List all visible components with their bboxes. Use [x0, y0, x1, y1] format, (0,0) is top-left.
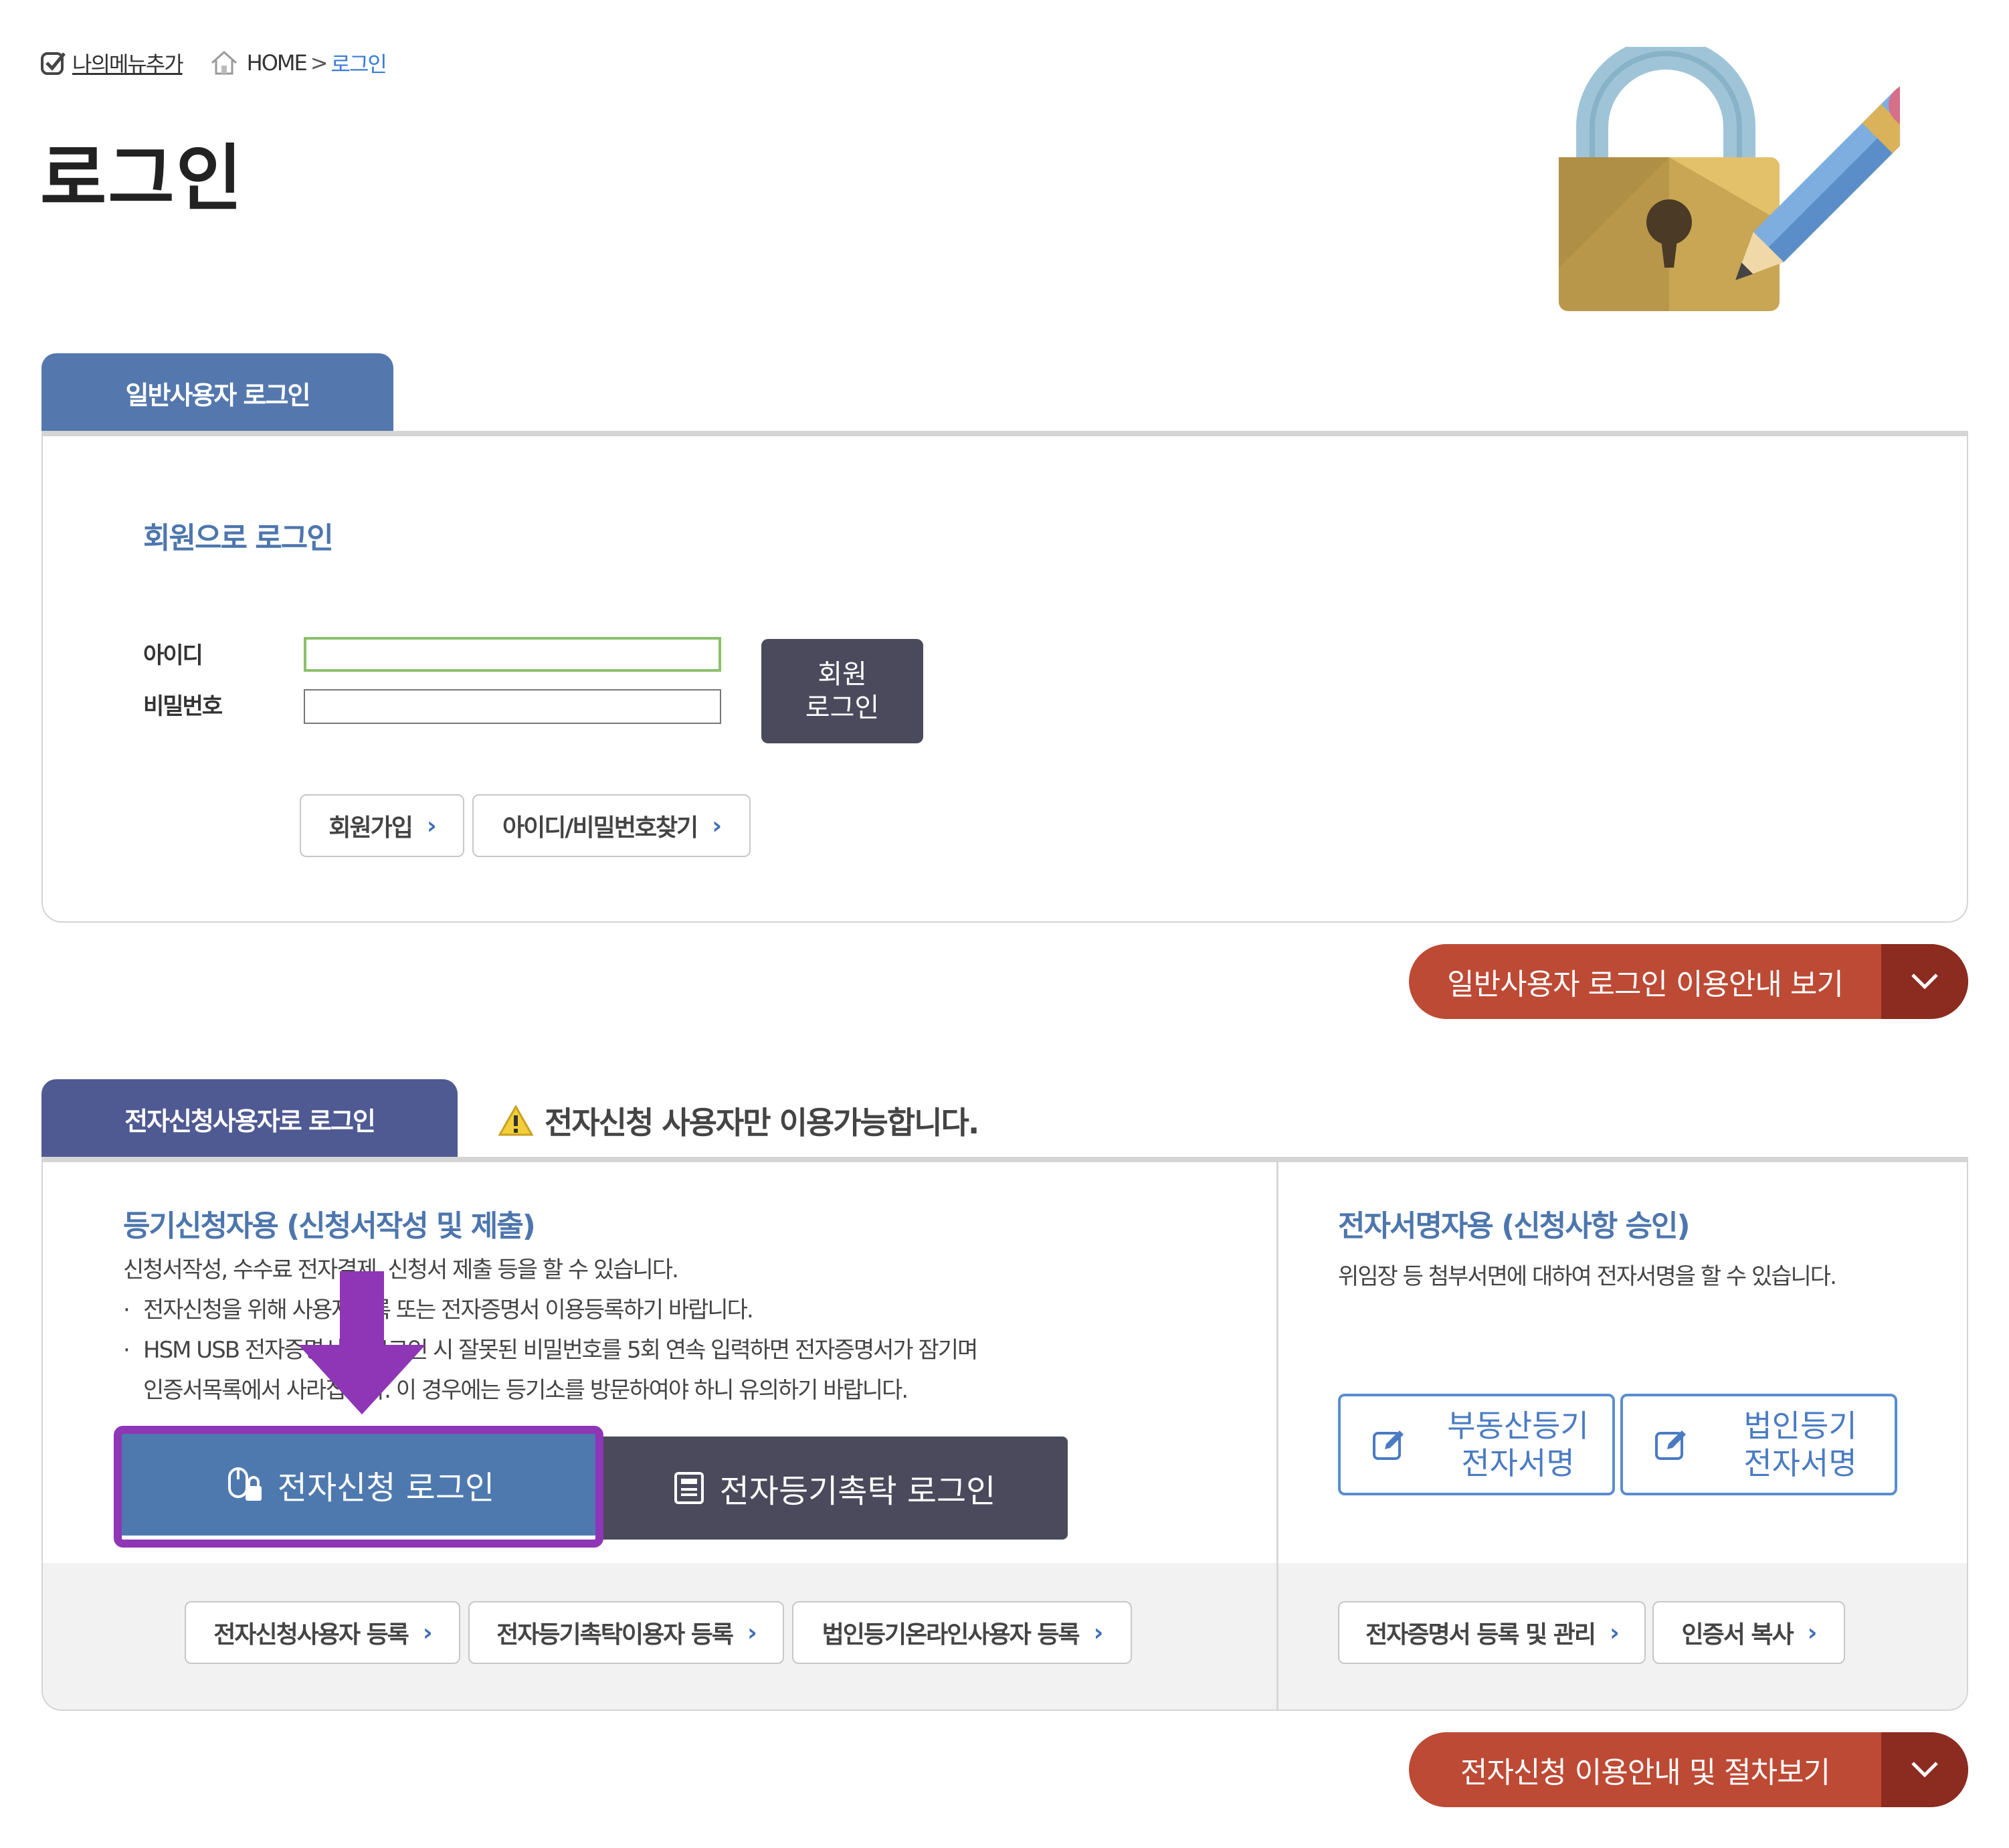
real-estate-line1: 부동산등기 — [1447, 1408, 1589, 1444]
warning-icon — [498, 1105, 534, 1136]
document-icon — [674, 1472, 704, 1504]
edit-icon — [1373, 1430, 1404, 1460]
chevron-right-icon: › — [712, 812, 722, 840]
checkbox-icon — [41, 52, 66, 75]
add-my-menu-label: 나의메뉴추가 — [72, 52, 184, 77]
join-label: 회원가입 — [328, 814, 413, 842]
chevron-right-icon: › — [422, 1619, 433, 1647]
highlight-box — [114, 1426, 603, 1548]
real-estate-esign-button[interactable]: 부동산등기 전자서명 — [1338, 1394, 1615, 1495]
chevron-down-icon — [1881, 944, 1968, 1019]
member-login-title: 회원으로 로그인 — [143, 521, 334, 555]
signer-title: 전자서명자용 (신청사항 승인) — [1338, 1209, 1691, 1243]
electronic-guide-button[interactable]: 전자신청 이용안내 및 절차보기 — [1409, 1732, 1968, 1807]
warning-text: 전자신청 사용자만 이용가능합니다. — [545, 1105, 979, 1141]
lock-pencil-icon — [1559, 47, 1900, 311]
panel-divider — [1276, 1162, 1278, 1710]
id-label: 아이디 — [143, 642, 203, 669]
breadcrumb-current[interactable]: 로그인 — [331, 48, 387, 78]
breadcrumb-home[interactable]: HOME — [247, 50, 308, 76]
corporate-esign-button[interactable]: 법인등기 전자서명 — [1620, 1394, 1897, 1495]
edit-icon — [1655, 1430, 1686, 1460]
chevron-right-icon: › — [1807, 1619, 1818, 1647]
member-login-line1: 회원 — [818, 659, 867, 690]
join-button[interactable]: 회원가입 › — [300, 794, 464, 857]
bullet-icon: · — [123, 1297, 130, 1323]
password-label: 비밀번호 — [143, 693, 223, 720]
applicant-bullet-2b: 인증서목록에서 사라집니다. 이 경우에는 등기소를 방문하여야 하니 유의하기… — [143, 1377, 908, 1404]
breadcrumb: HOME > 로그인 — [209, 48, 387, 78]
chevron-right-icon: › — [1609, 1619, 1620, 1647]
register-eapplication-user-button[interactable]: 전자신청사용자 등록 › — [185, 1601, 460, 1664]
real-estate-line2: 전자서명 — [1461, 1445, 1575, 1481]
chevron-right-icon: › — [426, 812, 437, 840]
certificate-copy-label: 인증서 복사 — [1681, 1621, 1794, 1649]
chevron-down-icon — [1881, 1732, 1968, 1807]
corporate-line1: 법인등기 — [1743, 1408, 1857, 1444]
general-guide-button[interactable]: 일반사용자 로그인 이용안내 보기 — [1409, 944, 1968, 1019]
register-eapplication-label: 전자신청사용자 등록 — [213, 1621, 409, 1649]
tab-general-login[interactable]: 일반사용자 로그인 — [41, 353, 393, 432]
applicant-desc-line: 신청서작성, 수수료 전자결제, 신청서 제출 등을 할 수 있습니다. — [123, 1257, 679, 1283]
register-commission-label: 전자등기촉탁이용자 등록 — [496, 1621, 734, 1649]
electronic-guide-label: 전자신청 이용안내 및 절차보기 — [1460, 1756, 1830, 1790]
add-my-menu-link[interactable]: 나의메뉴추가 — [40, 48, 184, 78]
password-input[interactable] — [304, 689, 721, 724]
applicant-title: 등기신청자용 (신청서작성 및 제출) — [123, 1209, 536, 1243]
find-label: 아이디/비밀번호찾기 — [502, 814, 698, 842]
member-login-button[interactable]: 회원 로그인 — [761, 639, 923, 743]
electronic-commission-login-button[interactable]: 전자등기촉탁 로그인 — [601, 1437, 1068, 1540]
find-id-password-button[interactable]: 아이디/비밀번호찾기 › — [472, 794, 751, 857]
tab-electronic-login[interactable]: 전자신청사용자로 로그인 — [41, 1079, 458, 1158]
chevron-right-icon: › — [1093, 1619, 1104, 1647]
applicant-bullet-2a: HSM USB 전자증명서로 로그인 시 잘못된 비밀번호를 5회 연속 입력하… — [143, 1337, 978, 1364]
page-title: 로그인 — [40, 137, 244, 221]
bullet-icon: · — [123, 1337, 130, 1364]
breadcrumb-separator: > — [310, 50, 328, 76]
top-bar: 나의메뉴추가 HOME > 로그인 — [40, 47, 387, 79]
member-login-line2: 로그인 — [805, 692, 880, 723]
pointer-arrow-icon — [298, 1271, 425, 1414]
home-icon — [211, 50, 237, 75]
register-corporate-online-user-button[interactable]: 법인등기온라인사용자 등록 › — [792, 1601, 1132, 1664]
warning-notice: 전자신청 사용자만 이용가능합니다. — [498, 1097, 979, 1144]
certificate-manage-button[interactable]: 전자증명서 등록 및 관리 › — [1338, 1601, 1646, 1664]
id-input[interactable] — [304, 637, 721, 672]
applicant-bullet-1: 전자신청을 위해 사용자등록 또는 전자증명서 이용등록하기 바랍니다. — [143, 1297, 754, 1323]
register-corporate-label: 법인등기온라인사용자 등록 — [822, 1621, 1080, 1649]
certificate-manage-label: 전자증명서 등록 및 관리 — [1365, 1621, 1596, 1649]
electronic-commission-login-label: 전자등기촉탁 로그인 — [719, 1473, 996, 1510]
chevron-right-icon: › — [747, 1619, 757, 1647]
certificate-copy-button[interactable]: 인증서 복사 › — [1652, 1601, 1845, 1664]
applicant-description: 신청서작성, 수수료 전자결제, 신청서 제출 등을 할 수 있습니다. · 전자… — [123, 1250, 978, 1410]
signer-description: 위임장 등 첨부서면에 대하여 전자서명을 할 수 있습니다. — [1338, 1263, 1837, 1290]
register-commission-user-button[interactable]: 전자등기촉탁이용자 등록 › — [468, 1601, 784, 1664]
general-guide-label: 일반사용자 로그인 이용안내 보기 — [1447, 967, 1844, 1002]
corporate-line2: 전자서명 — [1743, 1445, 1857, 1481]
